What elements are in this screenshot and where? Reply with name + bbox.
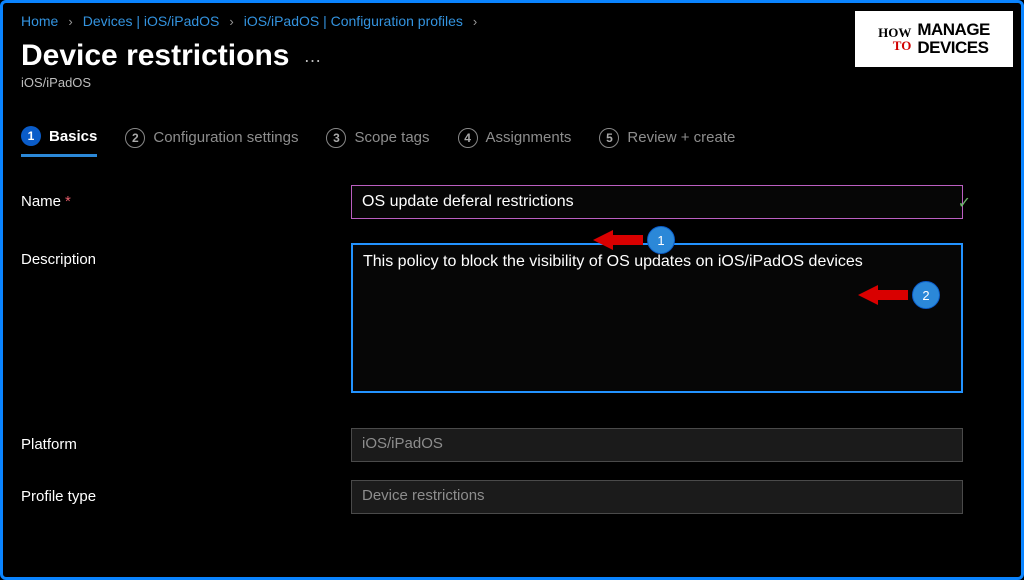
breadcrumb-config-profiles[interactable]: iOS/iPadOS | Configuration profiles: [244, 13, 463, 29]
arrow-icon: [593, 230, 613, 250]
profile-type-field: Device restrictions: [351, 480, 963, 514]
arrow-icon: [858, 285, 878, 305]
chevron-right-icon: ›: [68, 14, 72, 29]
tab-label: Basics: [49, 128, 97, 145]
tab-assignments[interactable]: 4 Assignments: [458, 128, 572, 156]
more-button[interactable]: …: [303, 46, 322, 67]
annotation-badge: 2: [912, 281, 940, 309]
step-number: 1: [21, 126, 41, 146]
page-subtitle: iOS/iPadOS: [21, 75, 1003, 90]
tab-configuration-settings[interactable]: 2 Configuration settings: [125, 128, 298, 156]
tab-label: Configuration settings: [153, 129, 298, 146]
step-number: 5: [599, 128, 619, 148]
description-input[interactable]: [351, 243, 963, 393]
breadcrumb-home[interactable]: Home: [21, 13, 58, 29]
platform-field: iOS/iPadOS: [351, 428, 963, 462]
logo: HOW TO MANAGE DEVICES: [853, 9, 1015, 69]
tab-scope-tags[interactable]: 3 Scope tags: [326, 128, 429, 156]
chevron-right-icon: ›: [229, 14, 233, 29]
check-icon: ✓: [958, 193, 971, 213]
step-number: 4: [458, 128, 478, 148]
wizard-tabs: 1 Basics 2 Configuration settings 3 Scop…: [21, 126, 1003, 157]
annotation-2: 2: [858, 281, 940, 309]
chevron-right-icon: ›: [473, 14, 477, 29]
name-label: Name*: [21, 185, 351, 210]
tab-label: Assignments: [486, 129, 572, 146]
platform-label: Platform: [21, 428, 351, 453]
tab-label: Review + create: [627, 129, 735, 146]
annotation-badge: 1: [647, 226, 675, 254]
breadcrumb-devices[interactable]: Devices | iOS/iPadOS: [83, 13, 220, 29]
step-number: 2: [125, 128, 145, 148]
profile-type-label: Profile type: [21, 480, 351, 505]
name-input[interactable]: [351, 185, 963, 219]
tab-label: Scope tags: [354, 129, 429, 146]
step-number: 3: [326, 128, 346, 148]
annotation-1: 1: [593, 226, 675, 254]
tab-review-create[interactable]: 5 Review + create: [599, 128, 735, 156]
tab-basics[interactable]: 1 Basics: [21, 126, 97, 157]
page-title: Device restrictions: [21, 39, 289, 73]
description-label: Description: [21, 243, 351, 268]
